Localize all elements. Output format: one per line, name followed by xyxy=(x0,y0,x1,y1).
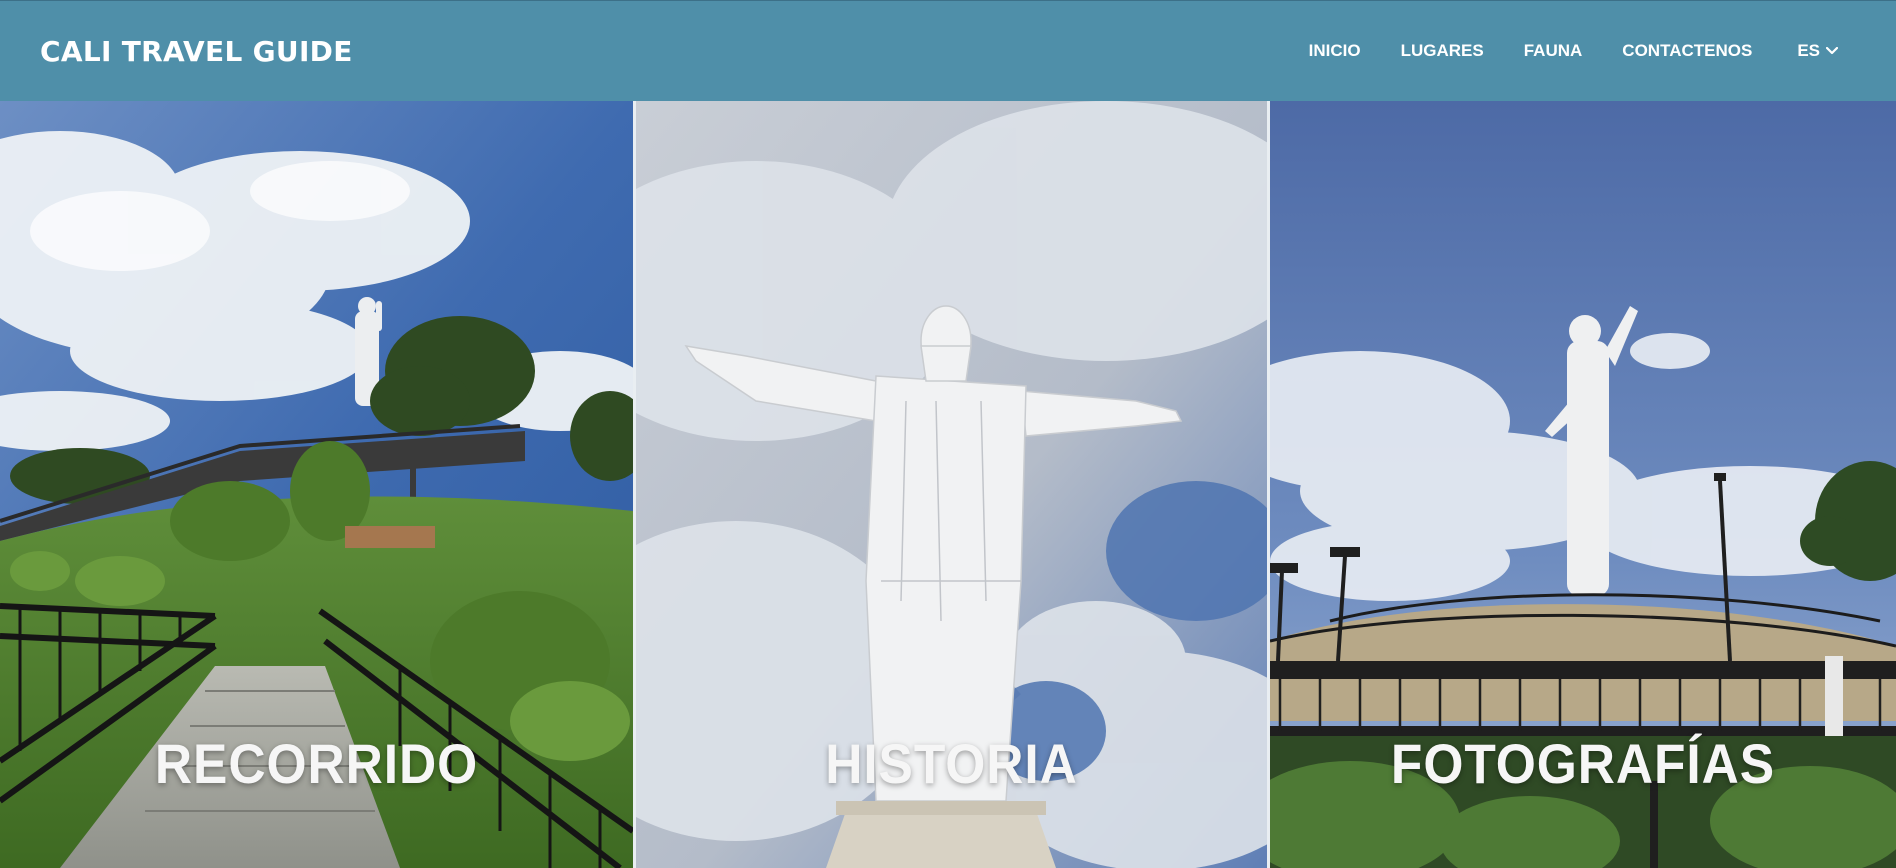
panel-recorrido[interactable]: RECORRIDO xyxy=(0,101,633,868)
nav-link-fauna[interactable]: FAUNA xyxy=(1524,41,1583,61)
language-selector[interactable]: ES xyxy=(1797,41,1839,61)
chevron-down-icon xyxy=(1825,42,1839,60)
panel-title-fotografias: FOTOGRAFÍAS xyxy=(1390,732,1776,795)
panel-title-historia: HISTORIA xyxy=(825,732,1078,795)
nav-link-contactenos[interactable]: CONTACTENOS xyxy=(1622,41,1752,61)
panel-title-recorrido: RECORRIDO xyxy=(154,732,479,795)
language-selected: ES xyxy=(1797,41,1820,60)
nav-link-inicio[interactable]: INICIO xyxy=(1309,41,1361,61)
feature-panels: RECORRIDO HISTORIA FOTOGRAFÍAS xyxy=(0,101,1896,868)
brand-logo-text[interactable]: CALI TRAVEL GUIDE xyxy=(40,35,353,68)
panel-historia[interactable]: HISTORIA xyxy=(636,101,1267,868)
main-nav: INICIO LUGARES FAUNA CONTACTENOS ES xyxy=(1269,41,1856,61)
top-navbar: CALI TRAVEL GUIDE INICIO LUGARES FAUNA C… xyxy=(0,0,1896,101)
nav-link-lugares[interactable]: LUGARES xyxy=(1401,41,1484,61)
panel-fotografias[interactable]: FOTOGRAFÍAS xyxy=(1270,101,1896,868)
